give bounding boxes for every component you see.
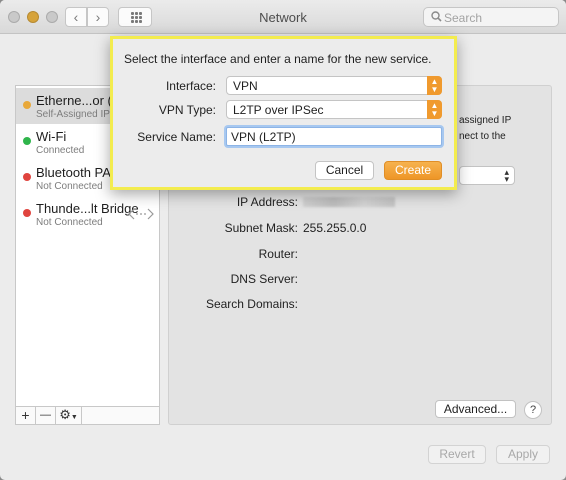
interface-popup[interactable]: VPN ▲ ▼	[226, 76, 442, 95]
titlebar: ‹ › Network Search	[0, 0, 566, 34]
subnet-mask-label: Subnet Mask:	[224, 221, 298, 235]
gear-icon: ⚙	[59, 407, 71, 422]
vpn-type-label: VPN Type:	[158, 103, 216, 117]
apply-button[interactable]: Apply	[496, 445, 550, 464]
chevron-updown-icon: ▲ ▼	[427, 100, 442, 119]
network-preferences-window: ‹ › Network Search Etherne...or (e Self-…	[0, 0, 566, 480]
vpn-type-popup[interactable]: L2TP over IPSec ▲ ▼	[226, 100, 442, 119]
ip-address-value-redacted	[303, 197, 395, 207]
router-label: Router:	[258, 247, 298, 261]
bridge-arrows-icon	[128, 208, 154, 220]
status-description-fragment-2: nect to the	[459, 131, 506, 142]
search-domains-label: Search Domains:	[205, 297, 298, 311]
interface-label: Interface:	[165, 79, 216, 93]
service-name-label: Service Name:	[137, 130, 216, 144]
status-dot-icon	[23, 209, 31, 217]
ip-address-label: IP Address:	[236, 195, 298, 209]
search-icon	[431, 11, 442, 22]
create-button[interactable]: Create	[384, 161, 442, 180]
action-menu-button[interactable]: ⚙▼	[56, 407, 82, 424]
cancel-button[interactable]: Cancel	[315, 161, 374, 180]
service-name: Thunde...lt Bridge	[36, 201, 139, 216]
search-placeholder: Search	[444, 11, 483, 25]
service-name-field[interactable]	[226, 127, 442, 146]
service-name: Wi-Fi	[36, 129, 67, 144]
revert-button[interactable]: Revert	[428, 445, 486, 464]
new-service-sheet: Select the interface and enter a name fo…	[110, 36, 457, 190]
sheet-prompt: Select the interface and enter a name fo…	[124, 52, 432, 66]
interface-value: VPN	[233, 79, 258, 93]
status-dot-icon	[23, 137, 31, 145]
service-status: Self-Assigned IP	[36, 109, 110, 120]
service-item-thunderbolt-bridge[interactable]: Thunde...lt Bridge Not Connected	[16, 196, 159, 232]
service-status: Not Connected	[36, 217, 103, 228]
remove-service-button[interactable]: —	[36, 407, 56, 424]
dns-server-label: DNS Server:	[230, 272, 298, 286]
advanced-button[interactable]: Advanced...	[435, 400, 516, 418]
search-field[interactable]: Search	[423, 7, 559, 27]
service-list-toolbar: + — ⚙▼	[16, 406, 159, 424]
add-service-button[interactable]: +	[16, 407, 36, 424]
service-name: Bluetooth PAN	[36, 165, 121, 180]
vpn-type-value: L2TP over IPSec	[233, 103, 324, 117]
status-description-fragment-1: assigned IP	[459, 115, 512, 126]
subnet-mask-value: 255.255.0.0	[303, 221, 367, 235]
service-status: Connected	[36, 145, 85, 156]
chevron-down-icon: ▼	[70, 414, 78, 421]
service-status: Not Connected	[36, 181, 103, 192]
status-dot-icon	[23, 173, 31, 181]
configure-ipv4-popup[interactable]: ▴ ▾	[459, 166, 515, 185]
help-button[interactable]: ?	[524, 401, 542, 419]
chevron-updown-icon: ▲ ▼	[427, 76, 442, 95]
chevron-updown-icon: ▴ ▾	[504, 167, 509, 184]
service-name: Etherne...or (e	[36, 93, 120, 108]
service-name-input[interactable]	[227, 128, 441, 145]
status-dot-icon	[23, 101, 31, 109]
